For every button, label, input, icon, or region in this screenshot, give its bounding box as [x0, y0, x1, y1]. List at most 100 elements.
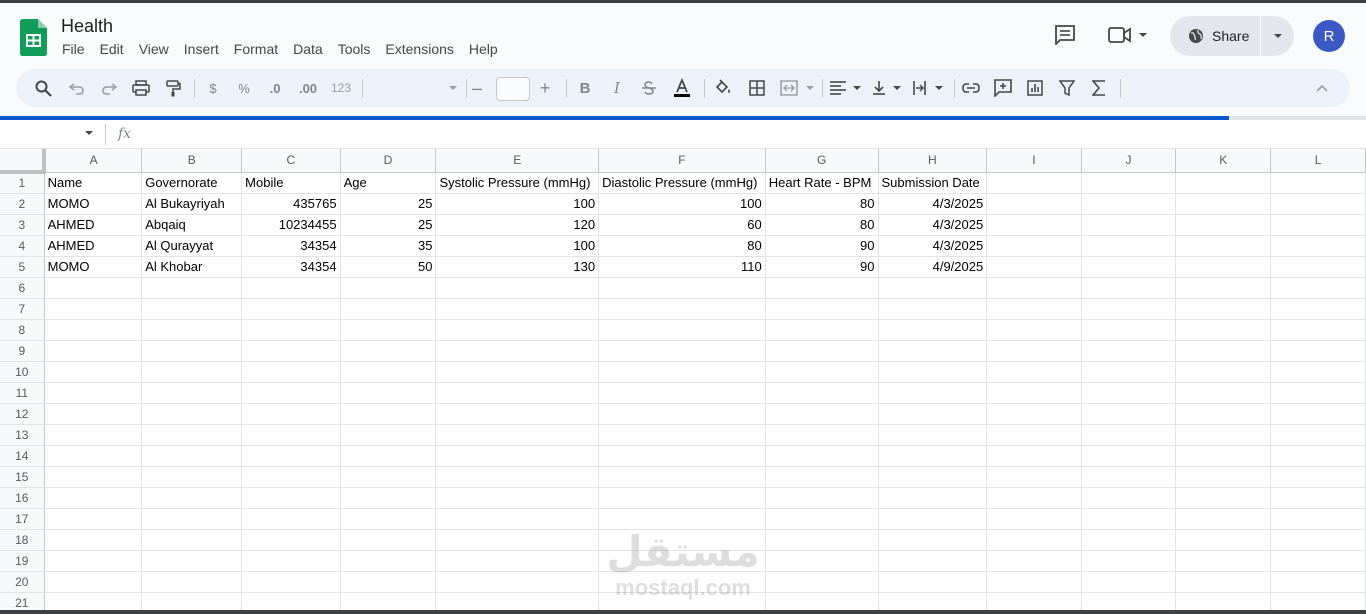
cell[interactable] [986, 298, 1082, 320]
cell[interactable] [1175, 487, 1272, 509]
cell[interactable] [44, 424, 143, 446]
cell[interactable] [986, 424, 1082, 446]
cell[interactable] [765, 445, 879, 467]
cell[interactable] [598, 445, 766, 467]
cell[interactable] [1081, 550, 1177, 572]
cell[interactable] [340, 550, 437, 572]
cell[interactable]: Al Qurayyat [141, 235, 243, 257]
cell[interactable]: Heart Rate - BPM [765, 172, 879, 194]
cell[interactable] [141, 571, 243, 593]
cell[interactable] [141, 319, 243, 341]
cell[interactable] [1081, 256, 1177, 278]
cell[interactable] [1270, 340, 1366, 362]
cell[interactable] [241, 361, 341, 383]
cell[interactable] [1270, 235, 1366, 257]
cell[interactable] [1270, 319, 1366, 341]
cell[interactable] [44, 340, 143, 362]
cell[interactable] [878, 487, 988, 509]
row-header[interactable]: 14 [0, 445, 45, 467]
cell[interactable] [598, 550, 766, 572]
cell[interactable] [765, 319, 879, 341]
cell[interactable] [986, 361, 1082, 383]
cell[interactable] [1270, 361, 1366, 383]
cell[interactable] [44, 277, 143, 299]
row-header[interactable]: 4 [0, 235, 45, 257]
cell[interactable] [435, 361, 600, 383]
cell[interactable] [1270, 466, 1366, 488]
cell[interactable] [435, 550, 600, 572]
cell[interactable] [986, 382, 1082, 404]
cell[interactable] [878, 319, 988, 341]
cell[interactable] [241, 319, 341, 341]
row-header[interactable]: 8 [0, 319, 45, 341]
cell[interactable]: 50 [340, 256, 437, 278]
cell[interactable] [241, 466, 341, 488]
italic-button[interactable]: I [606, 69, 628, 107]
functions-button[interactable] [1088, 69, 1110, 107]
print-button[interactable] [130, 69, 152, 107]
cell[interactable] [878, 466, 988, 488]
cell[interactable] [765, 382, 879, 404]
cell[interactable]: 35 [340, 235, 437, 257]
cell[interactable] [44, 403, 143, 425]
cell[interactable] [878, 361, 988, 383]
menu-edit[interactable]: Edit [100, 41, 124, 57]
column-header-c[interactable]: C [241, 149, 341, 173]
cell[interactable] [598, 466, 766, 488]
cell[interactable] [986, 214, 1082, 236]
menu-help[interactable]: Help [469, 41, 498, 57]
select-all-corner[interactable] [0, 149, 47, 174]
cell[interactable] [598, 298, 766, 320]
borders-button[interactable] [746, 69, 768, 107]
search-menus-button[interactable] [32, 69, 54, 107]
cell[interactable] [765, 529, 879, 551]
cell[interactable]: 90 [765, 235, 879, 257]
cell[interactable] [1270, 403, 1366, 425]
cell[interactable]: MOMO [44, 193, 143, 215]
cell[interactable]: 34354 [241, 256, 341, 278]
cell[interactable] [1081, 424, 1177, 446]
text-wrapping-button[interactable] [912, 69, 948, 107]
cell[interactable] [1175, 172, 1272, 194]
cell[interactable] [1270, 529, 1366, 551]
row-header[interactable]: 19 [0, 550, 45, 572]
cell[interactable] [1081, 277, 1177, 299]
cell[interactable] [986, 319, 1082, 341]
cell[interactable] [878, 382, 988, 404]
cell[interactable] [1081, 382, 1177, 404]
row-header[interactable]: 13 [0, 424, 45, 446]
cell[interactable] [1081, 508, 1177, 530]
cell[interactable] [435, 466, 600, 488]
cell[interactable] [141, 298, 243, 320]
cell[interactable]: 25 [340, 193, 437, 215]
cell[interactable] [1270, 508, 1366, 530]
cell[interactable] [1081, 571, 1177, 593]
cell[interactable] [241, 298, 341, 320]
cell[interactable] [1175, 235, 1272, 257]
cell[interactable] [340, 340, 437, 362]
cell[interactable] [340, 445, 437, 467]
cell[interactable] [1270, 193, 1366, 215]
cell[interactable] [141, 487, 243, 509]
cell[interactable] [44, 487, 143, 509]
cell[interactable] [340, 529, 437, 551]
cell[interactable] [986, 445, 1082, 467]
menu-tools[interactable]: Tools [338, 41, 371, 57]
cell[interactable] [765, 340, 879, 362]
cell[interactable] [878, 340, 988, 362]
cell[interactable] [878, 277, 988, 299]
cell[interactable] [1081, 235, 1177, 257]
row-header[interactable]: 11 [0, 382, 45, 404]
column-header-f[interactable]: F [598, 149, 766, 173]
cell[interactable] [598, 277, 766, 299]
cell[interactable] [340, 466, 437, 488]
cell[interactable] [765, 550, 879, 572]
menu-file[interactable]: File [62, 41, 85, 57]
meet-video-icon[interactable] [1108, 26, 1148, 44]
cell[interactable] [878, 550, 988, 572]
cell[interactable]: AHMED [44, 235, 143, 257]
cell[interactable]: 100 [435, 235, 600, 257]
insert-comment-button[interactable] [992, 69, 1014, 107]
column-header-j[interactable]: J [1081, 149, 1177, 173]
cell[interactable] [44, 550, 143, 572]
